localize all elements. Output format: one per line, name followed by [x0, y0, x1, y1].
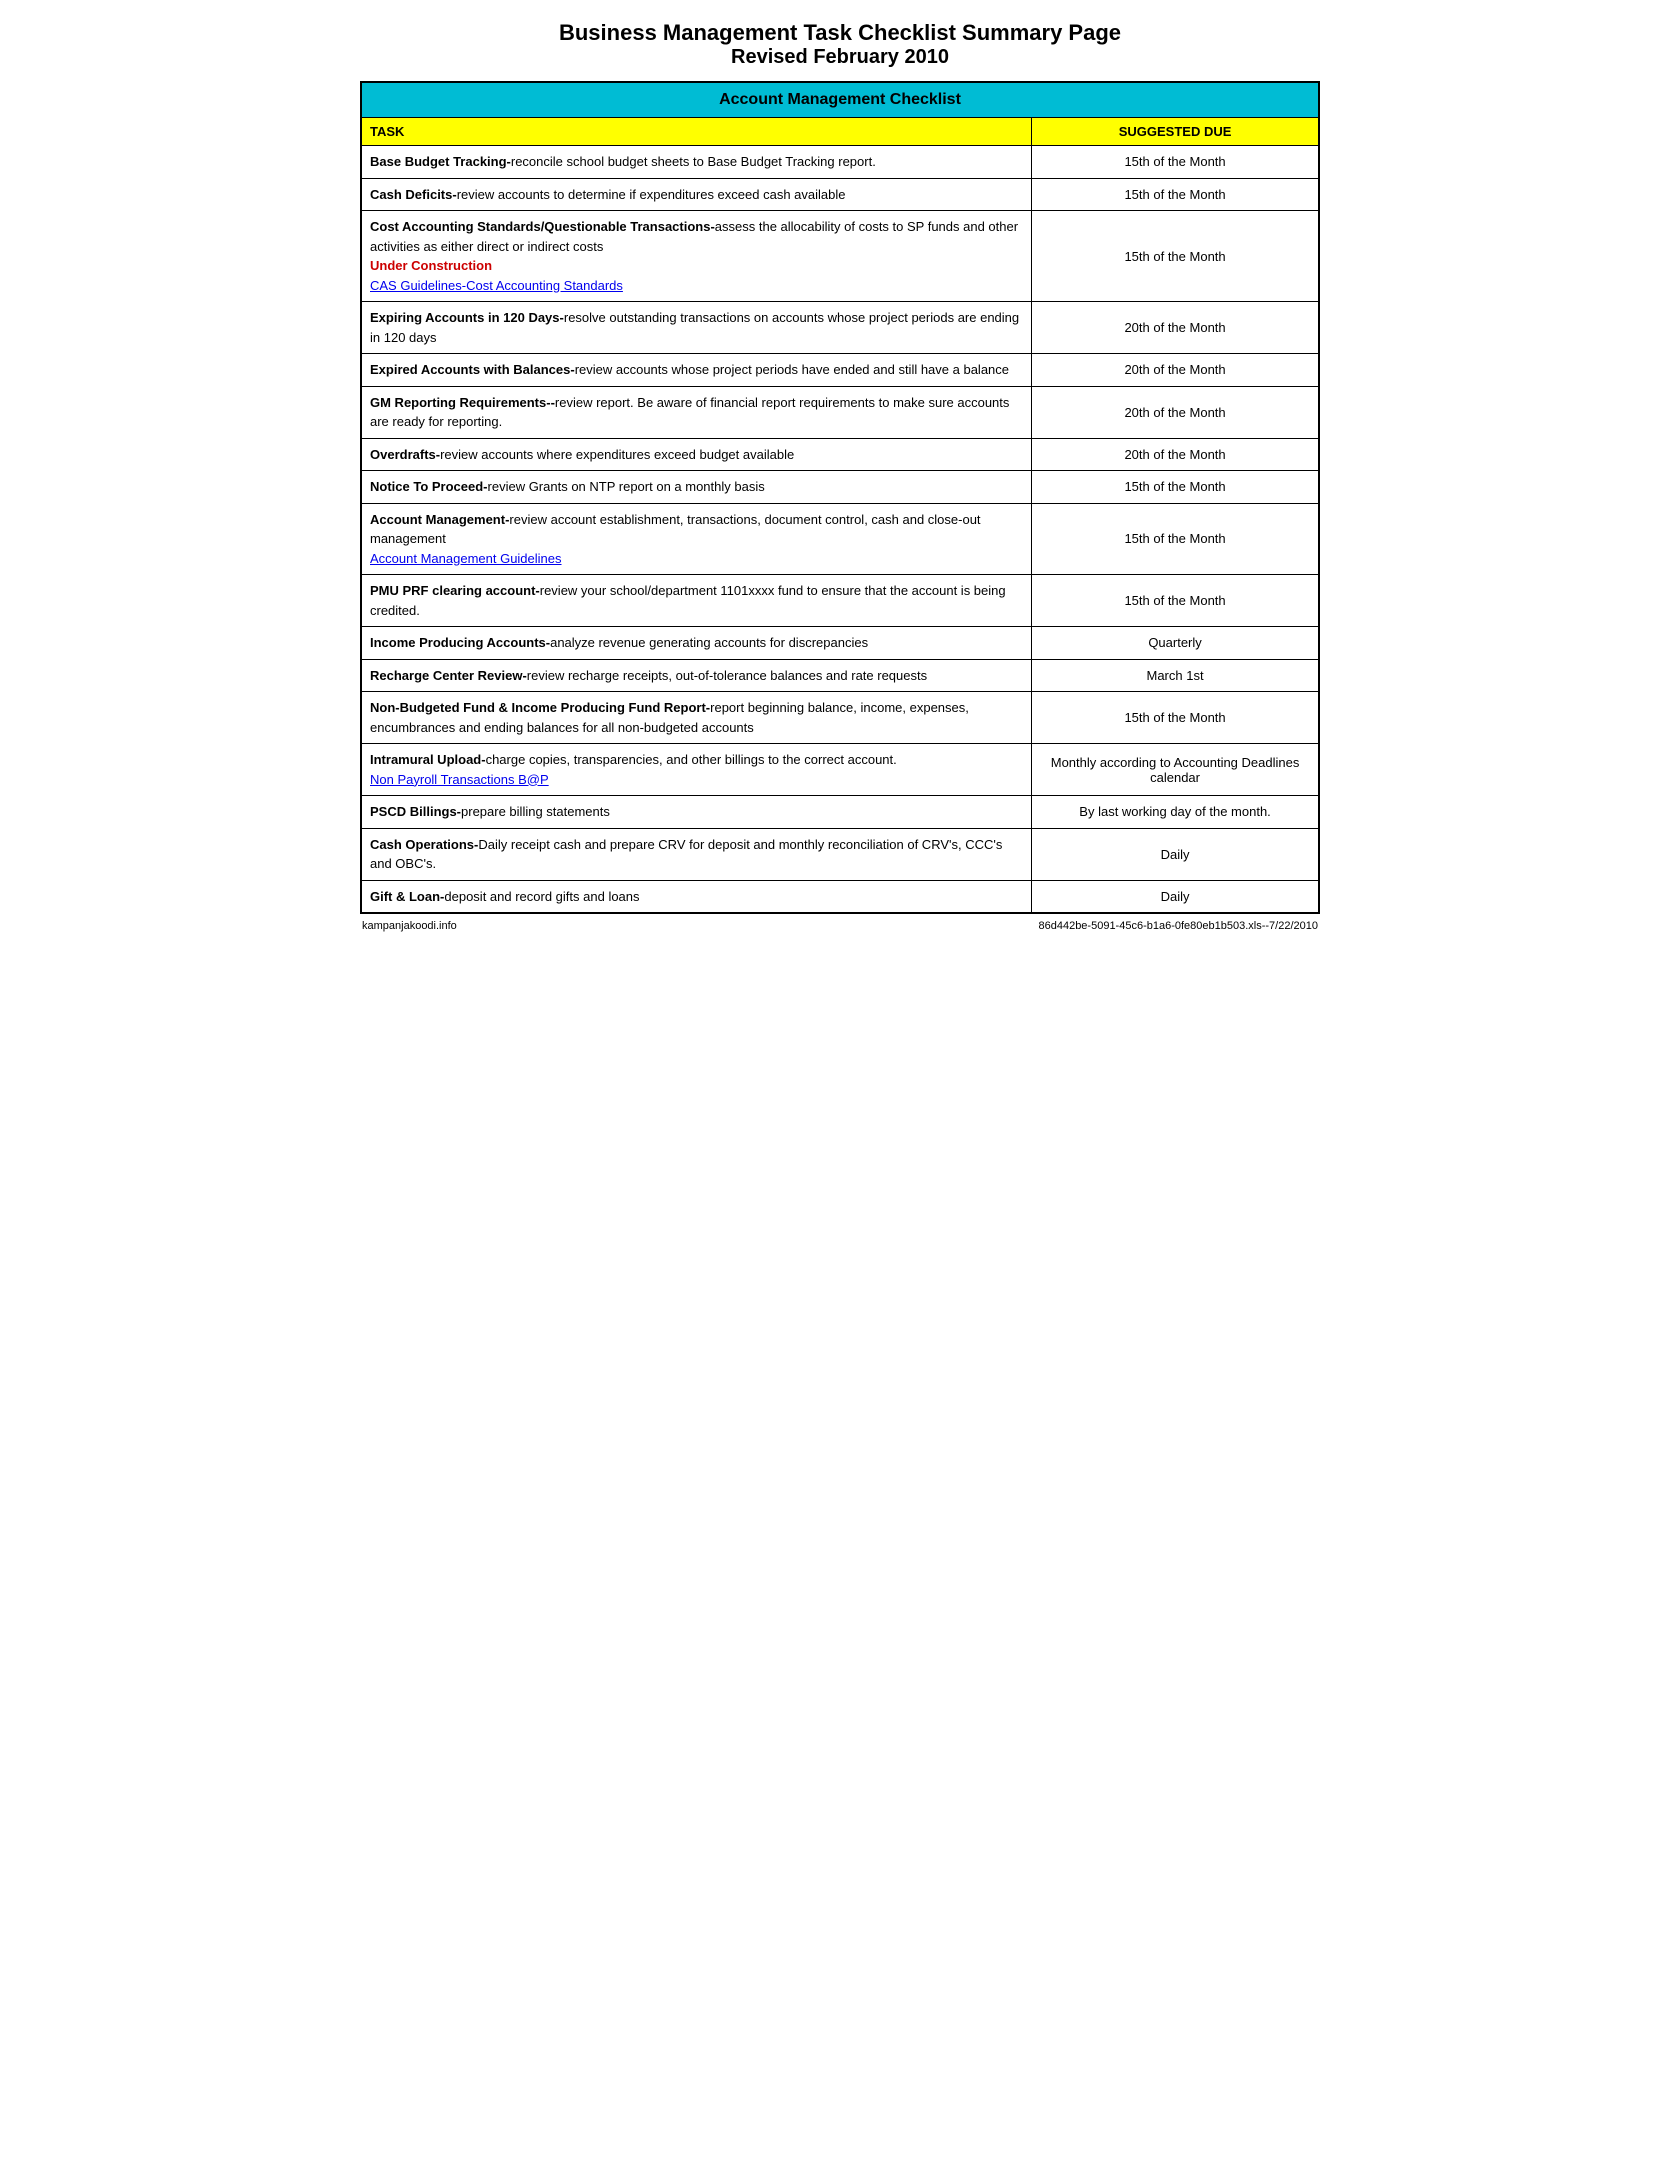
task-bold-text: PSCD Billings-: [370, 804, 461, 819]
task-bold-text: Account Management-: [370, 512, 509, 527]
task-cell: PMU PRF clearing account-review your sch…: [361, 575, 1032, 627]
section-header-row: Account Management Checklist: [361, 82, 1319, 118]
table-row: Intramural Upload-charge copies, transpa…: [361, 744, 1319, 796]
due-cell: 15th of the Month: [1032, 575, 1319, 627]
page-wrapper: Business Management Task Checklist Summa…: [360, 20, 1320, 934]
task-bold-text: Non-Budgeted Fund & Income Producing Fun…: [370, 700, 710, 715]
footer-table: kampanjakoodi.info 86d442be-5091-45c6-b1…: [360, 918, 1320, 934]
task-cell: Cost Accounting Standards/Questionable T…: [361, 211, 1032, 302]
table-row: Gift & Loan-deposit and record gifts and…: [361, 880, 1319, 913]
table-row: Account Management-review account establ…: [361, 503, 1319, 575]
due-cell: 20th of the Month: [1032, 354, 1319, 387]
table-row: Cost Accounting Standards/Questionable T…: [361, 211, 1319, 302]
task-bold-text: Gift & Loan-: [370, 889, 444, 904]
table-row: Cash Deficits-review accounts to determi…: [361, 178, 1319, 211]
table-row: GM Reporting Requirements--review report…: [361, 386, 1319, 438]
task-bold-text: Recharge Center Review-: [370, 668, 527, 683]
task-cell: GM Reporting Requirements--review report…: [361, 386, 1032, 438]
table-row: PMU PRF clearing account-review your sch…: [361, 575, 1319, 627]
due-cell: Daily: [1032, 828, 1319, 880]
task-cell: Cash Operations-Daily receipt cash and p…: [361, 828, 1032, 880]
task-cell: Intramural Upload-charge copies, transpa…: [361, 744, 1032, 796]
task-bold-text: Base Budget Tracking-: [370, 154, 511, 169]
task-bold-text: Notice To Proceed-: [370, 479, 488, 494]
table-row: Base Budget Tracking-reconcile school bu…: [361, 146, 1319, 179]
under-construction-label: Under Construction: [370, 258, 492, 273]
task-cell: Gift & Loan-deposit and record gifts and…: [361, 880, 1032, 913]
task-bold-text: Overdrafts-: [370, 447, 440, 462]
footer-row: kampanjakoodi.info 86d442be-5091-45c6-b1…: [362, 920, 1318, 932]
due-cell: By last working day of the month.: [1032, 796, 1319, 829]
due-cell: 15th of the Month: [1032, 471, 1319, 504]
task-bold-text: PMU PRF clearing account-: [370, 583, 540, 598]
task-bold-text: Expiring Accounts in 120 Days-: [370, 310, 564, 325]
task-cell: Expired Accounts with Balances-review ac…: [361, 354, 1032, 387]
task-cell: Overdrafts-review accounts where expendi…: [361, 438, 1032, 471]
table-row: Non-Budgeted Fund & Income Producing Fun…: [361, 692, 1319, 744]
column-header-row: TASK SUGGESTED DUE: [361, 118, 1319, 146]
table-row: Overdrafts-review accounts where expendi…: [361, 438, 1319, 471]
table-row: Recharge Center Review-review recharge r…: [361, 659, 1319, 692]
task-cell: Notice To Proceed-review Grants on NTP r…: [361, 471, 1032, 504]
task-cell: Non-Budgeted Fund & Income Producing Fun…: [361, 692, 1032, 744]
title-line2: Revised February 2010: [360, 46, 1320, 69]
task-bold-text: Expired Accounts with Balances-: [370, 362, 575, 377]
col-task-header: TASK: [361, 118, 1032, 146]
task-bold-text: Intramural Upload-: [370, 752, 486, 767]
due-cell: 15th of the Month: [1032, 211, 1319, 302]
table-row: Notice To Proceed-review Grants on NTP r…: [361, 471, 1319, 504]
task-bold-text: Cash Operations-: [370, 837, 478, 852]
section-header-cell: Account Management Checklist: [361, 82, 1319, 118]
task-bold-text: GM Reporting Requirements--: [370, 395, 555, 410]
due-cell: 20th of the Month: [1032, 438, 1319, 471]
task-link[interactable]: CAS Guidelines-Cost Accounting Standards: [370, 278, 623, 293]
col-due-header: SUGGESTED DUE: [1032, 118, 1319, 146]
task-cell: PSCD Billings-prepare billing statements: [361, 796, 1032, 829]
due-cell: Daily: [1032, 880, 1319, 913]
task-bold-text: Cash Deficits-: [370, 187, 457, 202]
due-cell: 15th of the Month: [1032, 178, 1319, 211]
due-cell: Monthly according to Accounting Deadline…: [1032, 744, 1319, 796]
task-cell: Expiring Accounts in 120 Days-resolve ou…: [361, 302, 1032, 354]
task-cell: Income Producing Accounts-analyze revenu…: [361, 627, 1032, 660]
title-line1: Business Management Task Checklist Summa…: [360, 20, 1320, 46]
page-title: Business Management Task Checklist Summa…: [360, 20, 1320, 69]
footer-left: kampanjakoodi.info: [362, 920, 604, 932]
due-cell: 20th of the Month: [1032, 386, 1319, 438]
table-row: Income Producing Accounts-analyze revenu…: [361, 627, 1319, 660]
main-table: Account Management Checklist TASK SUGGES…: [360, 81, 1320, 914]
task-cell: Account Management-review account establ…: [361, 503, 1032, 575]
table-row: PSCD Billings-prepare billing statements…: [361, 796, 1319, 829]
due-cell: 15th of the Month: [1032, 503, 1319, 575]
task-link[interactable]: Account Management Guidelines: [370, 551, 562, 566]
due-cell: March 1st: [1032, 659, 1319, 692]
footer-right: 86d442be-5091-45c6-b1a6-0fe80eb1b503.xls…: [606, 920, 1318, 932]
due-cell: 15th of the Month: [1032, 692, 1319, 744]
table-row: Expired Accounts with Balances-review ac…: [361, 354, 1319, 387]
task-cell: Recharge Center Review-review recharge r…: [361, 659, 1032, 692]
due-cell: 20th of the Month: [1032, 302, 1319, 354]
task-cell: Cash Deficits-review accounts to determi…: [361, 178, 1032, 211]
task-bold-text: Income Producing Accounts-: [370, 635, 550, 650]
task-link[interactable]: Non Payroll Transactions B@P: [370, 772, 549, 787]
due-cell: 15th of the Month: [1032, 146, 1319, 179]
due-cell: Quarterly: [1032, 627, 1319, 660]
table-row: Expiring Accounts in 120 Days-resolve ou…: [361, 302, 1319, 354]
task-cell: Base Budget Tracking-reconcile school bu…: [361, 146, 1032, 179]
task-bold-text: Cost Accounting Standards/Questionable T…: [370, 219, 715, 234]
table-row: Cash Operations-Daily receipt cash and p…: [361, 828, 1319, 880]
